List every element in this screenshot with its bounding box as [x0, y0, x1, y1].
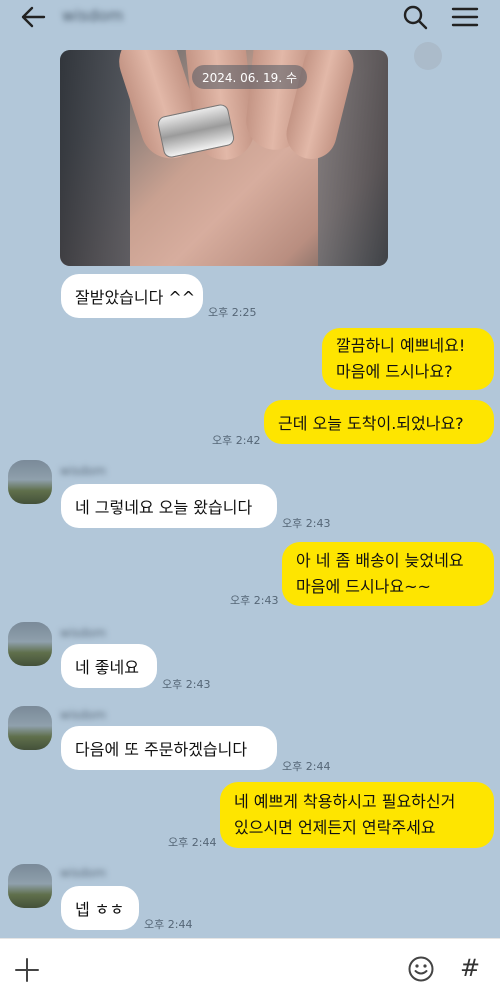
emoji-icon[interactable]: [407, 955, 435, 983]
avatar[interactable]: [8, 622, 52, 666]
message-bubble: 아 네 좀 배송이 늦었네요 마음에 드시나요~~: [282, 542, 494, 606]
hashtag-icon[interactable]: #: [455, 953, 485, 983]
top-bar: wisdom: [0, 0, 500, 32]
message-time: 오후 2:42: [212, 434, 261, 447]
message-line: 마음에 드시나요~~: [296, 577, 431, 596]
message-time: 오후 2:44: [282, 760, 331, 773]
message-bubble: 네 그렇네요 오늘 왔습니다: [61, 484, 277, 528]
message-line: 아 네 좀 배송이 늦었네요: [296, 551, 464, 570]
chat-area[interactable]: 2024. 06. 19. 수 잘받았습니다 ^^ 오후 2:25 깔끔하니 예…: [0, 32, 500, 938]
sender-name: wisdom: [60, 626, 107, 640]
message-bubble: 네 예쁘게 착용하시고 필요하신거 있으시면 언제든지 연락주세요: [220, 782, 494, 848]
plus-icon[interactable]: [14, 957, 40, 983]
chat-title: wisdom: [62, 6, 124, 25]
message-bubble: 깔끔하니 예쁘네요! 마음에 드시나요?: [322, 328, 494, 390]
message-line: 있으시면 언제든지 연락주세요: [234, 818, 436, 837]
avatar[interactable]: [8, 460, 52, 504]
message-bubble: 네 좋네요: [61, 644, 157, 688]
message-line: 네 예쁘게 착용하시고 필요하신거: [234, 792, 456, 811]
message-time: 오후 2:43: [282, 517, 331, 530]
input-bar[interactable]: #: [0, 938, 500, 1000]
message-time: 오후 2:44: [168, 836, 217, 849]
message-bubble: 넵 ㅎㅎ: [61, 886, 139, 930]
message-line: 마음에 드시나요?: [336, 362, 453, 381]
back-arrow-icon[interactable]: [18, 4, 48, 30]
sender-name: wisdom: [60, 708, 107, 722]
sender-name: wisdom: [60, 464, 107, 478]
message-line: 깔끔하니 예쁘네요!: [336, 336, 466, 355]
share-icon[interactable]: [414, 42, 442, 70]
hamburger-menu-icon[interactable]: [450, 3, 480, 31]
message-bubble: 근데 오늘 도착이.되었나요?: [264, 400, 494, 444]
message-time: 오후 2:43: [162, 678, 211, 691]
sender-name: wisdom: [60, 866, 107, 880]
search-icon[interactable]: [400, 3, 430, 31]
message-bubble: 잘받았습니다 ^^: [61, 274, 203, 318]
message-time: 오후 2:44: [144, 918, 193, 931]
message-time: 오후 2:43: [230, 594, 279, 607]
message-time: 오후 2:25: [208, 306, 257, 319]
avatar[interactable]: [8, 706, 52, 750]
message-bubble: 다음에 또 주문하겠습니다: [61, 726, 277, 770]
photo-date-label: 2024. 06. 19. 수: [192, 65, 307, 89]
avatar[interactable]: [8, 864, 52, 908]
